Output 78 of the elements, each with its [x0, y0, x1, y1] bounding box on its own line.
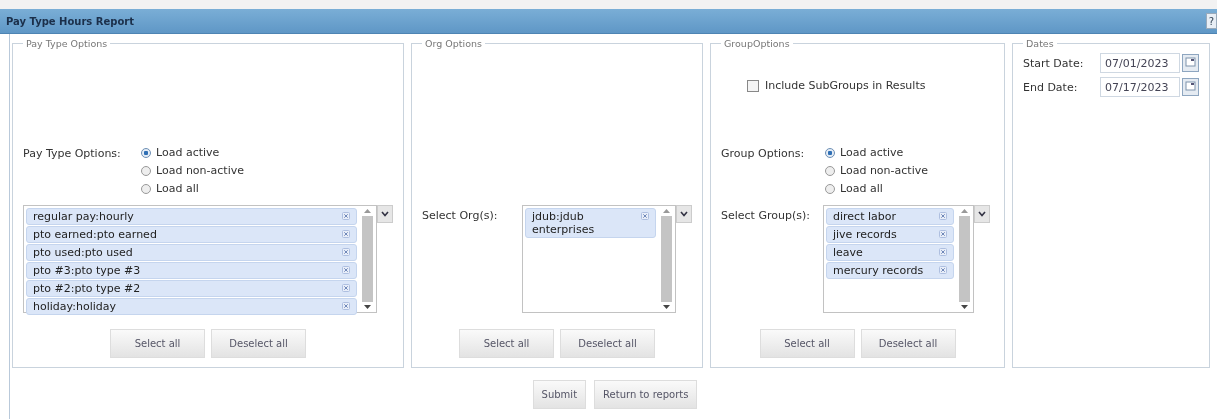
scrollbar[interactable] [958, 208, 971, 310]
remove-icon[interactable] [342, 266, 350, 274]
calendar-icon[interactable] [1182, 54, 1199, 72]
chevron-down-icon [680, 211, 688, 217]
date-field[interactable]: 07/01/2023 [1100, 53, 1180, 73]
list-button[interactable]: Select all [459, 329, 554, 358]
selected-item[interactable]: jdub:jdub enterprises [525, 208, 656, 238]
scroll-down-icon[interactable] [961, 304, 968, 310]
radio-button[interactable] [825, 183, 835, 194]
remove-icon[interactable] [641, 212, 649, 220]
action-button[interactable]: Return to reports [594, 380, 698, 409]
help-button[interactable]: ? [1206, 13, 1217, 29]
scroll-up-icon[interactable] [364, 208, 371, 214]
date-field[interactable]: 07/17/2023 [1100, 77, 1180, 97]
selected-item[interactable]: leave [826, 244, 954, 261]
scroll-down-icon[interactable] [663, 304, 670, 310]
radio-button[interactable] [141, 165, 151, 176]
selected-item[interactable]: pto earned:pto earned [26, 226, 357, 243]
scroll-up-icon[interactable] [961, 208, 968, 214]
selected-item[interactable]: jive records [826, 226, 954, 243]
dropdown-button[interactable] [974, 205, 990, 223]
dropdown-button[interactable] [377, 205, 393, 223]
field-label: Pay Type Options: [23, 146, 122, 162]
remove-icon[interactable] [939, 248, 947, 256]
panel-legend: GroupOptions [721, 38, 793, 49]
selected-item[interactable]: pto #2:pto type #2 [26, 280, 357, 297]
radio-button[interactable] [825, 165, 835, 176]
radio-button[interactable] [141, 183, 151, 194]
selected-item[interactable]: pto used:pto used [26, 244, 357, 261]
report-title: Pay Type Hours Report [6, 15, 135, 27]
multi-select-list[interactable]: direct labor jive records leave mercury records [823, 205, 974, 313]
radio-label[interactable]: Load non-active [156, 164, 244, 177]
field-label: Select Org(s): [422, 208, 499, 222]
remove-icon[interactable] [342, 248, 350, 256]
dropdown-button[interactable] [676, 205, 692, 223]
panel-legend: Pay Type Options [23, 38, 111, 49]
list-button[interactable]: Select all [110, 329, 205, 358]
checkbox-label[interactable]: Include SubGroups in Results [765, 79, 926, 92]
field-label: Group Options: [721, 146, 806, 162]
scrollbar[interactable] [660, 208, 673, 310]
chevron-down-icon [978, 211, 986, 217]
action-button[interactable]: Submit [532, 380, 587, 409]
remove-icon[interactable] [939, 212, 947, 220]
multi-select-list[interactable]: jdub:jdub enterprises [522, 205, 676, 313]
radio-label[interactable]: Load active [156, 146, 220, 159]
remove-icon[interactable] [939, 266, 947, 274]
selected-item[interactable]: holiday:holiday [26, 298, 357, 315]
selected-item[interactable]: pto #3:pto type #3 [26, 262, 357, 279]
panel-legend: Dates [1023, 38, 1057, 49]
field-label: Select Group(s): [721, 208, 811, 222]
panel-legend: Org Options [422, 38, 485, 49]
remove-icon[interactable] [342, 212, 350, 220]
radio-button[interactable] [825, 147, 835, 158]
scroll-up-icon[interactable] [663, 208, 670, 214]
selected-item[interactable]: regular pay:hourly [26, 208, 357, 225]
selected-item[interactable]: mercury records [826, 262, 954, 279]
list-button[interactable]: Deselect all [560, 329, 655, 358]
list-button[interactable]: Select all [759, 329, 855, 358]
radio-label[interactable]: Load all [840, 182, 883, 195]
checkbox[interactable] [747, 79, 759, 92]
radio-label[interactable]: Load all [156, 182, 199, 195]
selected-item[interactable]: direct labor [826, 208, 954, 225]
remove-icon[interactable] [939, 230, 947, 238]
scrollbar[interactable] [361, 208, 374, 310]
multi-select-list[interactable]: regular pay:hourly pto earned:pto earned pto used:pto used pto #3:pto type #3 pto #2:pto type #2 holiday:holiday [23, 205, 377, 313]
radio-label[interactable]: Load active [840, 146, 904, 159]
chevron-down-icon [381, 211, 389, 217]
remove-icon[interactable] [342, 284, 350, 292]
radio-label[interactable]: Load non-active [840, 164, 928, 177]
remove-icon[interactable] [342, 230, 350, 238]
list-button[interactable]: Deselect all [860, 329, 956, 358]
calendar-icon[interactable] [1182, 78, 1199, 96]
radio-button[interactable] [141, 147, 151, 158]
scroll-down-icon[interactable] [364, 304, 371, 310]
field-label: End Date: [1023, 80, 1079, 94]
field-label: Start Date: [1023, 56, 1085, 70]
remove-icon[interactable] [342, 302, 350, 310]
list-button[interactable]: Deselect all [211, 329, 306, 358]
